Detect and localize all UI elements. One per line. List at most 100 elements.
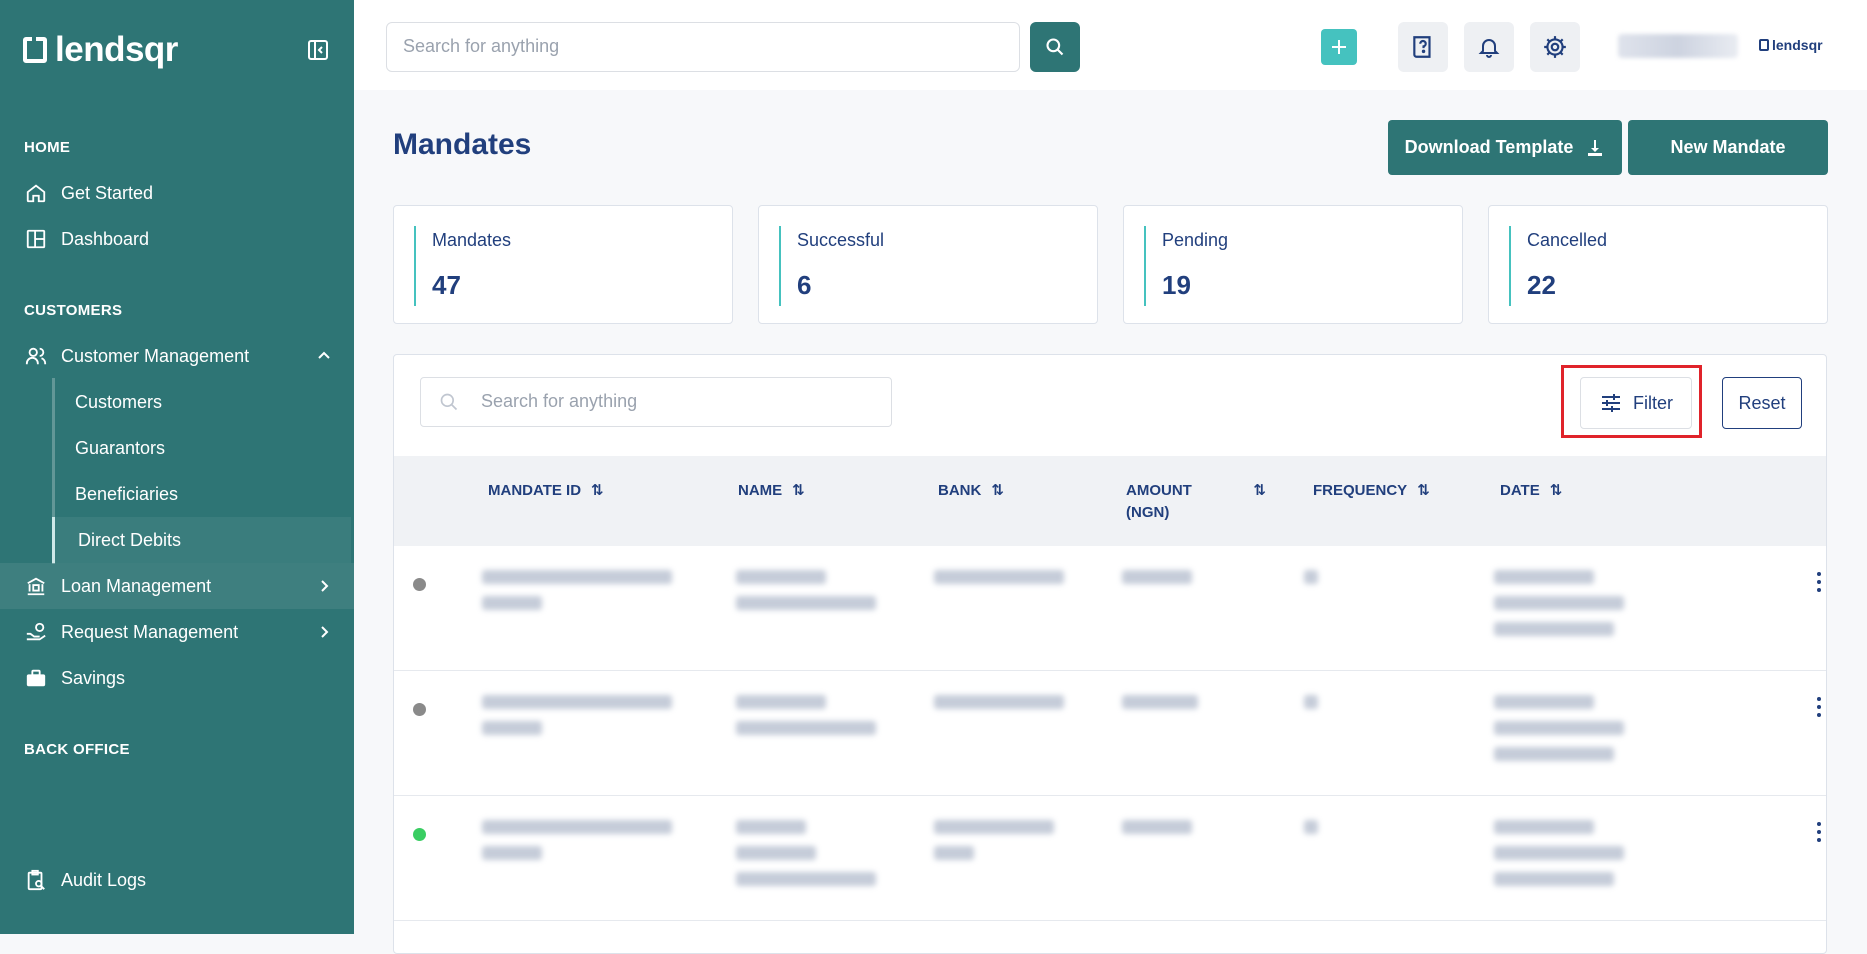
column-header-bank[interactable]: BANK ⇅ <box>938 480 1004 502</box>
cell-amount-blurred <box>1122 570 1192 596</box>
cell-frequency-blurred <box>1304 570 1318 596</box>
notifications-button[interactable] <box>1464 22 1514 72</box>
sidebar-subitem-label: Guarantors <box>75 437 166 458</box>
sort-icon: ⇅ <box>792 482 805 499</box>
sort-icon: ⇅ <box>991 482 1004 499</box>
settings-button[interactable] <box>1530 22 1580 72</box>
sidebar-item-audit-logs[interactable]: Audit Logs <box>0 857 354 903</box>
stat-card-successful: Successful 6 <box>758 205 1098 324</box>
table-row[interactable] <box>394 546 1826 671</box>
column-header-amount[interactable]: AMOUNT (NGN) ⇅ <box>1126 480 1266 524</box>
brand-logo[interactable]: lendsqr <box>23 30 178 70</box>
cell-amount-blurred <box>1122 820 1192 846</box>
column-header-mandate-id[interactable]: MANDATE ID ⇅ <box>488 480 604 502</box>
cell-amount-blurred <box>1122 695 1198 721</box>
table-row[interactable] <box>394 796 1826 921</box>
new-mandate-button[interactable]: New Mandate <box>1628 120 1828 175</box>
row-actions-icon[interactable] <box>1816 572 1822 592</box>
cell-date-blurred <box>1494 695 1624 773</box>
row-actions-icon[interactable] <box>1816 822 1822 842</box>
sidebar-item-customer-management[interactable]: Customer Management <box>0 333 354 379</box>
stat-value: 19 <box>1162 270 1191 300</box>
sidebar-item-label: Savings <box>61 667 126 688</box>
bell-icon <box>1478 39 1500 58</box>
sidebar-item-label: Audit Logs <box>61 869 147 890</box>
row-actions-icon[interactable] <box>1816 697 1822 717</box>
sidebar-subitem-direct-debits[interactable]: Direct Debits <box>52 517 351 563</box>
column-header-frequency[interactable]: FREQUENCY ⇅ <box>1313 480 1430 502</box>
chevron-right-icon <box>316 578 332 594</box>
table-search-input[interactable]: Search for anything <box>420 377 892 427</box>
cell-date-blurred <box>1494 570 1624 648</box>
download-icon <box>1588 139 1603 156</box>
sort-icon: ⇅ <box>1253 482 1266 499</box>
sort-icon: ⇅ <box>591 482 604 499</box>
help-button[interactable] <box>1398 22 1448 72</box>
section-back-office-label: BACK OFFICE <box>24 741 130 758</box>
column-header-date[interactable]: DATE ⇅ <box>1500 480 1562 502</box>
org-logo: lendsqr <box>1759 37 1823 53</box>
sidebar-item-label: Request Management <box>61 621 239 642</box>
global-search-input[interactable]: Search for anything <box>386 22 1020 72</box>
download-template-button[interactable]: Download Template <box>1388 120 1622 175</box>
sidebar-subitem-customers[interactable]: Customers <box>55 379 354 425</box>
stat-value: 47 <box>432 270 461 300</box>
home-icon <box>24 181 48 205</box>
table-search-placeholder: Search for anything <box>481 391 638 411</box>
lendsqr-logo-icon <box>23 37 47 63</box>
chevron-right-icon <box>316 624 332 640</box>
sidebar-item-request-management[interactable]: Request Management <box>0 609 354 655</box>
sidebar-subitem-guarantors[interactable]: Guarantors <box>55 425 354 471</box>
section-customers-label: CUSTOMERS <box>24 302 123 319</box>
sidebar-subitem-label: Customers <box>75 391 163 412</box>
user-name-blurred[interactable] <box>1618 34 1738 58</box>
cell-name-blurred <box>736 695 876 747</box>
topbar: Search for anything lendsqr <box>354 0 1867 90</box>
sidebar: lendsqr HOME Get Started Dashboard CUSTO… <box>0 0 354 934</box>
stat-card-cancelled: Cancelled 22 <box>1488 205 1828 324</box>
reset-label: Reset <box>1738 392 1786 413</box>
reset-button[interactable]: Reset <box>1722 377 1802 429</box>
sidebar-item-label: Get Started <box>61 182 154 203</box>
sidebar-item-savings[interactable]: Savings <box>0 655 354 701</box>
status-dot <box>413 828 426 841</box>
cell-frequency-blurred <box>1304 695 1318 721</box>
quick-add-button[interactable] <box>1321 29 1357 65</box>
status-dot <box>413 703 426 716</box>
sort-icon: ⇅ <box>1549 482 1563 499</box>
column-header-label: NAME <box>738 482 783 499</box>
mandates-table-panel: Search for anything Filter Reset MANDATE… <box>393 354 1827 954</box>
org-logo-text: lendsqr <box>1772 37 1823 53</box>
cell-frequency-blurred <box>1304 820 1318 846</box>
bank-building-icon <box>24 574 48 598</box>
sidebar-item-label: Loan Management <box>61 575 212 596</box>
sidebar-item-label: Customer Management <box>61 345 250 366</box>
collapse-sidebar-icon[interactable] <box>306 38 330 62</box>
sidebar-item-dashboard[interactable]: Dashboard <box>0 216 354 262</box>
cell-name-blurred <box>736 820 876 898</box>
hand-coin-icon <box>24 620 48 644</box>
stat-label: Pending <box>1162 230 1229 250</box>
sidebar-item-get-started[interactable]: Get Started <box>0 170 354 216</box>
cell-date-blurred <box>1494 820 1624 898</box>
users-icon <box>24 344 48 368</box>
dashboard-icon <box>24 227 48 251</box>
stat-label: Mandates <box>432 230 512 250</box>
stat-accent-bar <box>1144 226 1146 306</box>
sidebar-subitem-label: Direct Debits <box>78 529 182 550</box>
new-mandate-label: New Mandate <box>1670 137 1786 157</box>
stat-accent-bar <box>414 226 416 306</box>
column-header-name[interactable]: NAME ⇅ <box>738 480 805 502</box>
plus-icon <box>1332 40 1346 54</box>
sidebar-item-loan-management[interactable]: Loan Management <box>0 563 354 609</box>
global-search-button[interactable] <box>1030 22 1080 72</box>
column-header-label: DATE <box>1500 482 1540 499</box>
stat-accent-bar <box>1509 226 1511 306</box>
section-home-label: HOME <box>24 139 71 156</box>
sidebar-subitem-beneficiaries[interactable]: Beneficiaries <box>55 471 354 517</box>
brand-name: lendsqr <box>55 30 178 69</box>
page-title: Mandates <box>393 128 532 161</box>
cell-mandate-id-blurred <box>482 695 672 747</box>
table-row[interactable] <box>394 671 1826 796</box>
column-header-label: MANDATE ID <box>488 482 582 499</box>
